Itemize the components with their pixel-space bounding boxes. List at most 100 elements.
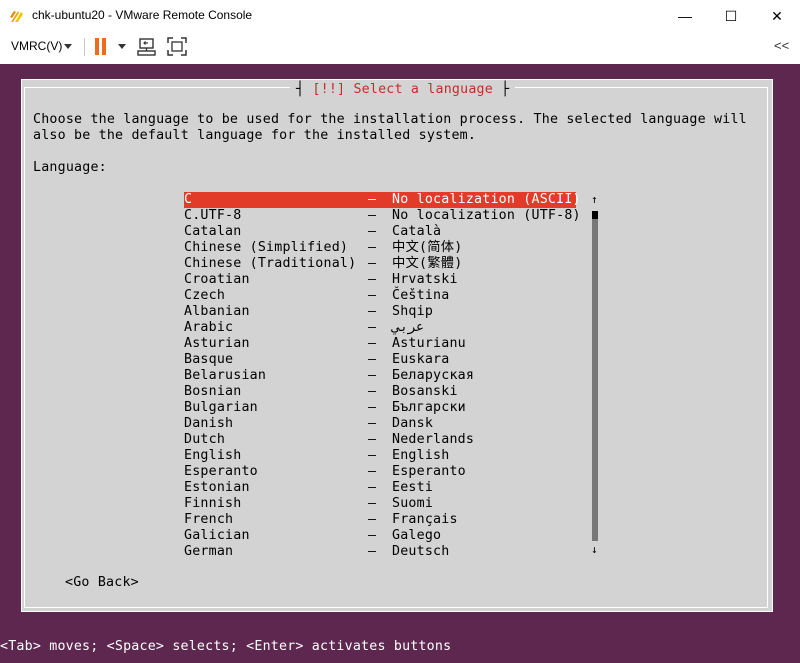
title-bracket-right: ├ [492,81,510,97]
language-row[interactable]: Chinese (Traditional) – 中文(繁體) [184,256,576,272]
language-row[interactable]: C.UTF-8 – No localization (UTF-8) [184,208,581,224]
language-localized-name: Galego [392,528,442,543]
go-back-button[interactable]: <Go Back> [65,575,139,590]
language-separator: – [368,496,377,511]
language-localized-name: Bosanski [392,384,458,399]
language-list[interactable]: C – No localization (ASCII) C.UTF-8– No loca… [184,192,581,560]
language-separator: – [368,432,377,447]
language-row[interactable]: German – Deutsch [184,544,576,560]
language-localized-name: Nederlands [392,432,475,447]
dialog-title: [!!] Select a language [312,81,493,97]
language-localized-name: No localization (ASCII) [392,192,581,207]
language-name: Croatian [184,272,250,287]
description-line-2: also be the default language for the ins… [33,128,477,143]
description-line-1: Choose the language to be used for the i… [33,112,747,127]
language-name: Belarusian [184,368,267,383]
language-row[interactable]: Croatian – Hrvatski [184,272,576,288]
chevron-down-icon[interactable] [64,44,72,49]
language-name: C [184,192,193,207]
toolbar-divider [84,38,85,56]
language-separator: – [368,464,377,479]
send-ctrl-alt-del-icon[interactable] [137,37,157,56]
language-separator: – [368,304,377,319]
language-row[interactable]: Danish – Dansk [184,416,576,432]
language-row[interactable]: Esperanto – Esperanto [184,464,576,480]
pause-icon [102,38,106,55]
scroll-down-icon[interactable]: ↓ [591,543,598,556]
language-separator: – [368,544,377,559]
language-separator: – [368,416,377,431]
pause-button[interactable] [94,38,108,55]
language-name: Bosnian [184,384,242,399]
language-localized-name: 中文(简体) [392,240,463,255]
language-row[interactable]: Catalan – Català [184,224,576,240]
fullscreen-icon[interactable] [167,37,187,56]
language-name: Chinese (Simplified) [184,240,349,255]
language-row[interactable]: Bulgarian – Български [184,400,576,416]
title-bracket-left: ┤ [296,81,313,97]
language-row[interactable]: Finnish – Suomi [184,496,576,512]
minimize-icon: — [678,8,692,24]
vmrc-menu-button[interactable]: VMRC(V) [11,39,62,53]
language-name: Arabic [184,320,234,335]
language-separator: – [368,208,377,223]
language-row[interactable]: Chinese (Simplified) – 中文(简体) [184,240,576,256]
language-name: Czech [184,288,226,303]
language-localized-name: 中文(繁體) [392,256,463,271]
language-localized-name: Deutsch [392,544,450,559]
language-separator: – [368,528,377,543]
language-name: Dutch [184,432,226,447]
language-localized-name: Eesti [392,480,434,495]
language-name: Albanian [184,304,250,319]
language-name: German [184,544,234,559]
language-row[interactable]: French – Français [184,512,576,528]
language-separator: – [368,272,377,287]
language-separator: – [368,224,377,239]
language-row[interactable]: C – No localization (ASCII) [184,192,581,208]
language-separator: – [368,480,377,495]
chevron-down-icon[interactable] [118,44,126,49]
dialog-title-box: ┤ [!!] Select a language ├ [290,80,516,98]
language-name: Danish [184,416,234,431]
language-row[interactable]: Czech – Čeština [184,288,576,304]
maximize-button[interactable]: ☐ [708,0,754,32]
language-localized-name: عربي [392,320,425,335]
minimize-button[interactable]: — [662,0,708,32]
language-localized-name: Esperanto [392,464,466,479]
language-localized-name: Català [392,224,442,239]
scrollbar-thumb[interactable] [592,211,598,219]
language-localized-name: Hrvatski [392,272,458,287]
language-separator: – [368,512,377,527]
collapse-toolbar-button[interactable]: << [774,38,789,53]
language-localized-name: No localization (UTF-8) [392,208,581,223]
language-name: Estonian [184,480,250,495]
close-button[interactable]: ✕ [754,0,800,32]
language-localized-name: Dansk [392,416,434,431]
language-name: Basque [184,352,234,367]
language-row[interactable]: Basque – Euskara [184,352,576,368]
scrollbar-track[interactable] [592,211,598,541]
language-row[interactable]: English – English [184,448,576,464]
language-name: Esperanto [184,464,258,479]
language-localized-name: Asturianu [392,336,466,351]
language-separator: – [368,368,377,383]
language-row[interactable]: Belarusian – Беларуская [184,368,576,384]
language-localized-name: Беларуская [392,368,475,383]
language-row[interactable]: Estonian – Eesti [184,480,576,496]
language-row[interactable]: Asturian – Asturianu [184,336,576,352]
language-row[interactable]: Albanian – Shqip [184,304,576,320]
language-row[interactable]: Bosnian – Bosanski [184,384,576,400]
language-name: Asturian [184,336,250,351]
language-name: Galician [184,528,250,543]
language-row[interactable]: Dutch – Nederlands [184,432,576,448]
close-icon: ✕ [771,7,783,24]
status-bar: <Tab> moves; <Space> selects; <Enter> ac… [0,639,452,654]
language-separator: – [368,320,377,335]
language-separator: – [368,352,377,367]
language-localized-name: Shqip [392,304,434,319]
language-row[interactable]: Arabic – عربي [184,320,576,336]
language-row[interactable]: Galician – Galego [184,528,576,544]
scroll-up-icon[interactable]: ↑ [591,193,598,206]
language-name: Bulgarian [184,400,258,415]
maximize-icon: ☐ [724,7,738,24]
